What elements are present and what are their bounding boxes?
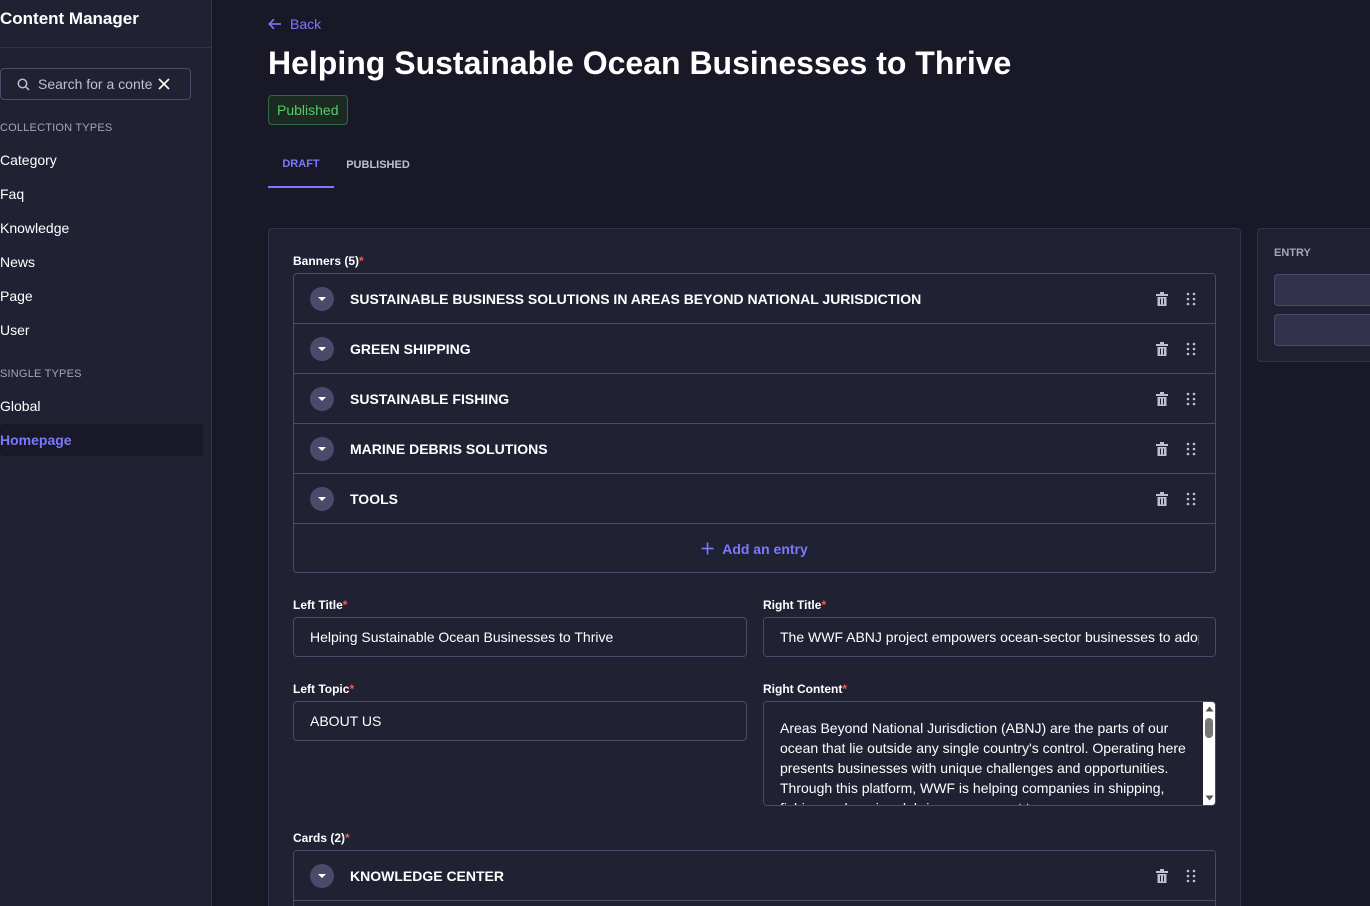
page-title: Helping Sustainable Ocean Businesses to …	[268, 45, 1012, 81]
trash-icon[interactable]	[1156, 868, 1168, 883]
drag-handle-icon[interactable]	[1186, 342, 1198, 356]
main-panel: Banners (5)* SUSTAINABLE BUSINESS SOLUTI…	[268, 228, 1241, 906]
chevron-down-icon[interactable]	[310, 436, 334, 461]
single-types-label: SINGLE TYPES	[0, 368, 82, 380]
banner-title: SUSTAINABLE BUSINESS SOLUTIONS IN AREAS …	[350, 290, 922, 307]
left-topic-label: Left Topic*	[293, 682, 354, 696]
drag-handle-icon[interactable]	[1186, 492, 1198, 506]
required-mark: *	[359, 254, 364, 268]
left-topic-label-text: Left Topic	[293, 682, 350, 696]
search-box[interactable]	[0, 68, 191, 100]
scroll-down-icon[interactable]	[1204, 793, 1214, 803]
trash-icon[interactable]	[1156, 391, 1168, 406]
required-mark: *	[349, 682, 355, 696]
banners-label: Banners (5)*	[293, 254, 364, 268]
chevron-down-icon[interactable]	[310, 386, 334, 411]
card-row[interactable]: KNOWLEDGE CENTER	[294, 851, 1215, 901]
add-entry-label: Add an entry	[722, 540, 808, 557]
banner-row[interactable]: GREEN SHIPPING	[294, 324, 1215, 374]
sidebar-item-knowledge[interactable]: Knowledge	[0, 212, 203, 244]
sidebar-item-homepage[interactable]: Homepage	[0, 424, 203, 456]
cards-label: Cards (2)*	[293, 831, 350, 845]
banner-row[interactable]: SUSTAINABLE BUSINESS SOLUTIONS IN AREAS …	[294, 274, 1215, 324]
trash-icon[interactable]	[1156, 341, 1168, 356]
entry-panel: ENTRY	[1257, 228, 1370, 362]
sidebar-item-faq[interactable]: Faq	[0, 178, 203, 210]
chevron-down-icon[interactable]	[310, 286, 334, 311]
plus-icon	[701, 542, 714, 555]
banner-title: MARINE DEBRIS SOLUTIONS	[350, 440, 548, 457]
arrow-left-icon	[268, 18, 281, 30]
chevron-down-icon[interactable]	[310, 486, 334, 511]
right-content-label-text: Right Content	[763, 682, 843, 696]
entry-action-button[interactable]	[1274, 274, 1370, 306]
scrollbar-thumb[interactable]	[1205, 718, 1213, 738]
drag-handle-icon[interactable]	[1186, 292, 1198, 306]
required-mark: *	[821, 598, 827, 612]
required-mark: *	[345, 831, 350, 845]
required-mark: *	[842, 682, 847, 696]
sidebar-item-user[interactable]: User	[0, 314, 203, 346]
banner-row[interactable]: TOOLS	[294, 474, 1215, 524]
trash-icon[interactable]	[1156, 291, 1168, 306]
sidebar-item-global[interactable]: Global	[0, 390, 203, 422]
sidebar-item-news[interactable]: News	[0, 246, 203, 278]
trash-icon[interactable]	[1156, 491, 1168, 506]
chevron-down-icon[interactable]	[310, 863, 334, 888]
back-link[interactable]: Back	[268, 16, 321, 32]
cards-label-text: Cards (2)	[293, 831, 346, 845]
entry-action-button[interactable]	[1274, 314, 1370, 346]
banner-row[interactable]: MARINE DEBRIS SOLUTIONS	[294, 424, 1215, 474]
close-icon[interactable]	[158, 78, 170, 90]
banners-list: SUSTAINABLE BUSINESS SOLUTIONS IN AREAS …	[293, 273, 1216, 573]
banner-title: GREEN SHIPPING	[350, 340, 471, 357]
sidebar-divider	[0, 47, 211, 48]
left-title-label: Left Title*	[293, 598, 347, 612]
scroll-up-icon[interactable]	[1204, 704, 1214, 714]
right-content-label: Right Content*	[763, 682, 847, 696]
status-badge: Published	[268, 95, 348, 125]
right-title-label: Right Title*	[763, 598, 826, 612]
add-entry-button[interactable]: Add an entry	[294, 524, 1215, 572]
tab-published[interactable]: PUBLISHED	[342, 141, 414, 188]
sidebar-item-page[interactable]: Page	[0, 280, 203, 312]
right-title-label-text: Right Title	[763, 598, 822, 612]
banner-title: TOOLS	[350, 490, 398, 507]
drag-handle-icon[interactable]	[1186, 442, 1198, 456]
required-mark: *	[342, 598, 348, 612]
left-title-input[interactable]	[293, 617, 747, 657]
drag-handle-icon[interactable]	[1186, 392, 1198, 406]
right-content-text[interactable]: Areas Beyond National Jurisdiction (ABNJ…	[764, 702, 1204, 805]
sidebar-item-category[interactable]: Category	[0, 144, 203, 176]
trash-icon[interactable]	[1156, 441, 1168, 456]
banner-row[interactable]: SUSTAINABLE FISHING	[294, 374, 1215, 424]
search-icon	[17, 78, 30, 91]
left-title-label-text: Left Title	[293, 598, 343, 612]
collection-types-label: COLLECTION TYPES	[0, 122, 113, 134]
sidebar-title: Content Manager	[0, 9, 139, 28]
left-topic-input[interactable]	[293, 701, 747, 741]
search-input[interactable]	[38, 76, 152, 92]
back-label: Back	[290, 16, 322, 32]
card-title: KNOWLEDGE CENTER	[350, 867, 504, 884]
scrollbar[interactable]	[1203, 702, 1215, 805]
banner-title: SUSTAINABLE FISHING	[350, 390, 510, 407]
sidebar: Content Manager COLLECTION TYPES Categor…	[0, 0, 212, 906]
right-content-textarea[interactable]: Areas Beyond National Jurisdiction (ABNJ…	[763, 701, 1216, 806]
chevron-down-icon[interactable]	[310, 336, 334, 361]
tab-draft[interactable]: DRAFT	[268, 141, 334, 188]
right-title-input[interactable]	[763, 617, 1216, 657]
drag-handle-icon[interactable]	[1186, 869, 1198, 883]
entry-panel-label: ENTRY	[1274, 247, 1311, 259]
banners-label-text: Banners (5)	[293, 254, 360, 268]
cards-list: KNOWLEDGE CENTER	[293, 850, 1216, 906]
